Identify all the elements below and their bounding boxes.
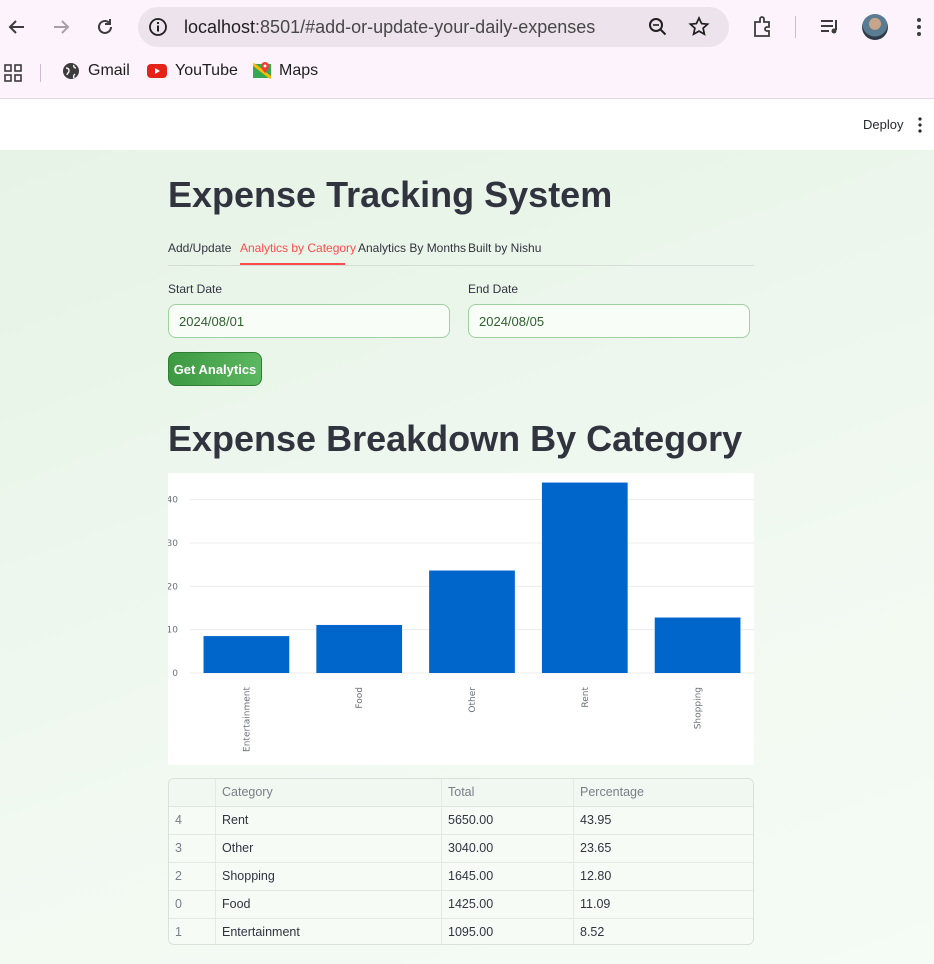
active-tab-indicator	[240, 263, 345, 265]
bookmark-label: Maps	[279, 62, 319, 79]
header-total[interactable]: Total	[442, 779, 574, 807]
row-category[interactable]: Entertainment	[216, 919, 442, 944]
row-total[interactable]: 5650.00	[442, 807, 574, 835]
reload-icon	[98, 19, 112, 34]
globe-icon	[63, 63, 79, 79]
row-category[interactable]: Food	[216, 891, 442, 919]
arrow-right-icon	[54, 20, 70, 34]
apps-grid-icon[interactable]	[4, 64, 22, 82]
x-tick-label: Food	[355, 687, 365, 709]
app-menu-icon[interactable]	[914, 115, 926, 135]
table-row: 3 Other 3040.00 23.65	[169, 835, 753, 863]
y-tick-label: 10	[168, 626, 178, 636]
bookmark-label: Gmail	[88, 62, 130, 79]
tab-bar: Add/Update Analytics by Category Analyti…	[168, 234, 754, 266]
category-bar-chart: 0 10 20 30 40 Entertainment Food Other Rent Shopp…	[168, 473, 754, 765]
media-queue-icon[interactable]	[817, 14, 843, 40]
toolbar-separator	[795, 16, 796, 38]
end-date-input[interactable]: 2024/08/05	[468, 304, 750, 338]
row-category[interactable]: Rent	[216, 807, 442, 835]
url-text[interactable]: localhost:8501/#add-or-update-your-daily…	[184, 17, 595, 38]
row-index[interactable]: 2	[169, 863, 216, 891]
bar	[541, 482, 628, 673]
table-row: 4 Rent 5650.00 43.95	[169, 807, 753, 835]
row-percentage[interactable]: 43.95	[574, 807, 753, 835]
bookmarks-bar: Gmail YouTube Maps	[0, 58, 934, 88]
zoom-icon[interactable]	[646, 15, 670, 39]
header-percentage[interactable]: Percentage	[574, 779, 753, 807]
bar	[316, 624, 403, 673]
deploy-button[interactable]: Deploy	[863, 117, 903, 132]
browser-chrome: localhost:8501/#add-or-update-your-daily…	[0, 0, 934, 99]
bookmark-gmail[interactable]: Gmail	[62, 62, 130, 80]
y-tick-label: 30	[168, 539, 178, 549]
table-row: 1 Entertainment 1095.00 8.52	[169, 919, 753, 944]
bookmark-youtube[interactable]: YouTube	[147, 62, 238, 80]
x-tick-label: Entertainment	[242, 687, 252, 752]
back-button[interactable]	[0, 10, 34, 44]
tab-analytics-by-category[interactable]: Analytics by Category	[240, 241, 356, 255]
row-total[interactable]: 1645.00	[442, 863, 574, 891]
row-category[interactable]: Other	[216, 835, 442, 863]
reload-button[interactable]	[88, 10, 122, 44]
info-icon[interactable]	[148, 17, 168, 37]
address-bar[interactable]: localhost:8501/#add-or-update-your-daily…	[138, 7, 729, 47]
row-percentage[interactable]: 23.65	[574, 835, 753, 863]
app-header: Deploy	[0, 100, 934, 150]
row-category[interactable]: Shopping	[216, 863, 442, 891]
tab-add-update[interactable]: Add/Update	[168, 241, 231, 255]
bookmark-maps[interactable]: Maps	[253, 62, 318, 80]
x-tick-label: Shopping	[694, 687, 704, 729]
tab-built-by[interactable]: Built by Nishu	[468, 241, 541, 255]
maps-icon	[253, 62, 271, 80]
row-index[interactable]: 1	[169, 919, 216, 944]
bookmark-label: YouTube	[175, 62, 238, 79]
y-tick-label: 20	[168, 582, 178, 592]
start-date-label: Start Date	[168, 282, 223, 296]
category-table: Category Total Percentage 4 Rent 5650.00…	[168, 778, 754, 945]
y-tick-label: 40	[168, 496, 178, 506]
get-analytics-button[interactable]: Get Analytics	[168, 352, 262, 386]
header-category[interactable]: Category	[216, 779, 442, 807]
chart-svg: 0 10 20 30 40 Entertainment Food Other Rent Shopp…	[168, 482, 754, 752]
row-index[interactable]: 4	[169, 807, 216, 835]
more-menu-icon[interactable]	[906, 14, 932, 40]
row-total[interactable]: 1095.00	[442, 919, 574, 944]
arrow-left-icon	[8, 20, 24, 34]
table-header: Category Total Percentage	[169, 779, 753, 807]
header-index[interactable]	[169, 779, 216, 807]
row-percentage[interactable]: 8.52	[574, 919, 753, 944]
section-title: Expense Breakdown By Category	[168, 418, 743, 459]
start-date-input[interactable]: 2024/08/01	[168, 304, 450, 338]
tab-analytics-by-months[interactable]: Analytics By Months	[358, 241, 466, 255]
x-tick-label: Other	[468, 687, 478, 713]
row-total[interactable]: 1425.00	[442, 891, 574, 919]
url-host: localhost	[184, 17, 256, 37]
row-index[interactable]: 0	[169, 891, 216, 919]
star-icon[interactable]	[687, 15, 711, 39]
youtube-icon	[147, 64, 167, 78]
bar	[203, 636, 290, 673]
table-row: 0 Food 1425.00 11.09	[169, 891, 753, 919]
forward-button[interactable]	[44, 10, 78, 44]
y-tick-label: 0	[172, 669, 178, 679]
row-percentage[interactable]: 12.80	[574, 863, 753, 891]
extensions-icon[interactable]	[750, 14, 776, 40]
row-index[interactable]: 3	[169, 835, 216, 863]
profile-avatar[interactable]	[862, 14, 888, 40]
url-rest: :8501/#add-or-update-your-daily-expenses	[255, 17, 596, 37]
app-body: Expense Tracking System Add/Update Analy…	[0, 150, 934, 964]
bar	[654, 617, 741, 673]
bar	[429, 570, 515, 673]
page-title: Expense Tracking System	[168, 174, 613, 215]
row-total[interactable]: 3040.00	[442, 835, 574, 863]
table-row: 2 Shopping 1645.00 12.80	[169, 863, 753, 891]
x-tick-label: Rent	[581, 687, 591, 708]
end-date-label: End Date	[468, 282, 519, 296]
bookmarks-separator	[40, 64, 41, 82]
row-percentage[interactable]: 11.09	[574, 891, 753, 919]
